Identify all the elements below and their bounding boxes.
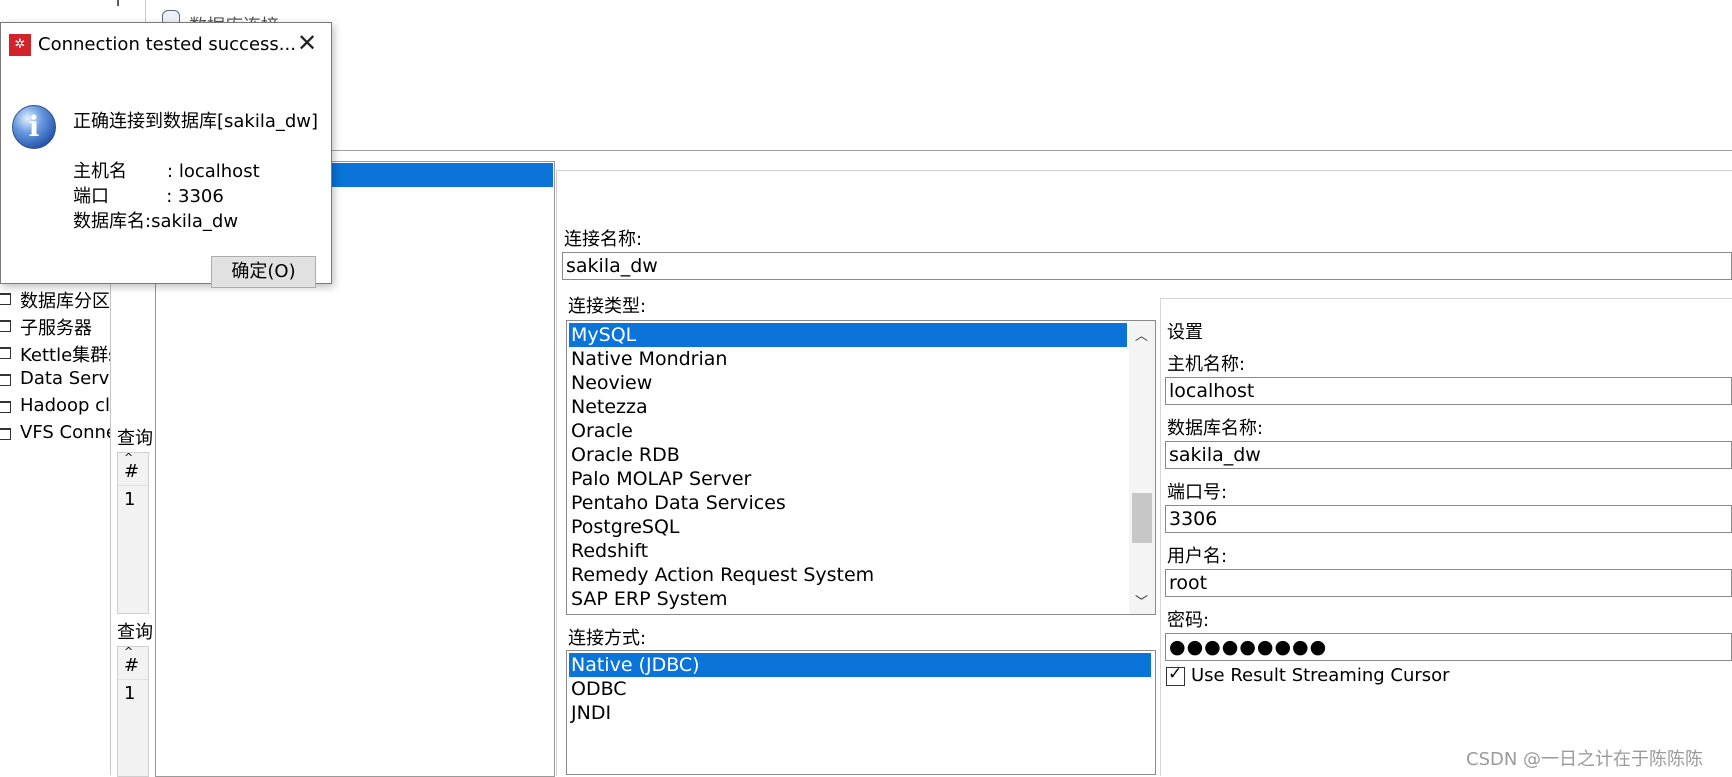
- password-label: 密码:: [1167, 610, 1210, 631]
- list-item[interactable]: MySQL: [569, 323, 1127, 347]
- folder-icon: [0, 293, 11, 305]
- watermark: CSDN @一日之计在于陈陈陈: [1466, 749, 1704, 770]
- host-input[interactable]: localhost: [1165, 377, 1732, 405]
- ok-button[interactable]: 确定(O): [211, 256, 316, 288]
- dialog-header-band: [145, 0, 1732, 151]
- connection-type-list[interactable]: MySQL Native Mondrian Neoview Netezza Or…: [566, 320, 1156, 615]
- scroll-up-icon[interactable]: ︿: [1135, 325, 1148, 344]
- access-method-label: 连接方式:: [568, 628, 647, 649]
- list-item[interactable]: Native Mondrian: [569, 347, 727, 371]
- dialog-message: 正确连接到数据库[sakila_dw]: [73, 111, 319, 132]
- connection-test-dialog: ✲ Connection tested success... ✕ i 正确连接到…: [0, 22, 332, 288]
- grid-row-number: 1: [124, 489, 136, 510]
- scrollbar-thumb[interactable]: [1132, 493, 1152, 543]
- list-item[interactable]: Remedy Action Request System: [569, 563, 874, 587]
- close-icon[interactable]: ✕: [295, 31, 319, 56]
- connection-name-label: 连接名称:: [564, 229, 643, 250]
- tree-item-partitions[interactable]: 数据库分区: [0, 287, 115, 313]
- folder-icon: [0, 374, 11, 386]
- query-grid[interactable]: ^ # 1: [117, 451, 149, 614]
- list-item[interactable]: ODBC: [569, 677, 627, 701]
- tree-item-hadoop[interactable]: Hadoop cl: [0, 395, 115, 421]
- list-item[interactable]: SAP ERP System: [569, 587, 727, 611]
- list-item[interactable]: PostgreSQL: [569, 515, 680, 539]
- database-name-label: 数据库名称:: [1167, 418, 1264, 439]
- grid-divider: [118, 485, 148, 486]
- database-name-input[interactable]: sakila_dw: [1165, 441, 1732, 469]
- port-label: 端口号:: [1167, 482, 1228, 503]
- list-item[interactable]: Oracle RDB: [569, 443, 680, 467]
- folder-icon: [0, 320, 11, 332]
- dialog-titlebar: ✲ Connection tested success... ✕: [1, 23, 331, 67]
- checkmark-icon: ✓: [1168, 664, 1183, 684]
- list-item[interactable]: Oracle: [569, 419, 633, 443]
- username-label: 用户名:: [1167, 546, 1228, 567]
- grid-row-number: 1: [124, 683, 136, 704]
- grid-header: #: [124, 461, 140, 482]
- dialog-port-line: 端口 : 3306: [73, 186, 224, 207]
- kettle-app-icon: ✲: [9, 34, 31, 56]
- list-item[interactable]: Palo MOLAP Server: [569, 467, 751, 491]
- list-item[interactable]: Netezza: [569, 395, 648, 419]
- grid-header: #: [124, 655, 140, 676]
- folder-icon: [0, 428, 11, 440]
- list-item[interactable]: JNDI: [569, 701, 611, 725]
- info-icon: i: [12, 105, 56, 149]
- connection-type-scrollbar[interactable]: ︿ ﹀: [1129, 321, 1155, 614]
- access-method-list[interactable]: Native (JDBC) ODBC JNDI: [566, 650, 1156, 775]
- dialog-body: i 正确连接到数据库[sakila_dw] 主机名 : localhost 端口…: [1, 67, 331, 283]
- host-label: 主机名称:: [1167, 354, 1246, 375]
- username-input[interactable]: root: [1165, 569, 1732, 597]
- dialog-db-line: 数据库名:sakila_dw: [73, 211, 239, 232]
- query-label: 查询: [117, 428, 153, 449]
- folder-icon: [0, 347, 11, 359]
- list-item[interactable]: Neoview: [569, 371, 652, 395]
- tree-item-vfs[interactable]: VFS Conne: [0, 422, 115, 448]
- dialog-title: Connection tested success...: [38, 34, 296, 55]
- connection-name-input[interactable]: sakila_dw: [562, 252, 1732, 280]
- list-item[interactable]: Pentaho Data Services: [569, 491, 786, 515]
- list-item[interactable]: Redshift: [569, 539, 648, 563]
- settings-label: 设置: [1167, 322, 1203, 343]
- tree-item-data-services[interactable]: Data Servic: [0, 368, 115, 394]
- port-input[interactable]: 3306: [1165, 505, 1732, 533]
- settings-group: [1160, 298, 1732, 776]
- list-item[interactable]: Native (JDBC): [569, 653, 1151, 677]
- tree-item-kettle-cluster[interactable]: Kettle集群s: [0, 341, 115, 367]
- streaming-cursor-checkbox[interactable]: ✓: [1166, 664, 1185, 686]
- password-input[interactable]: ●●●●●●●●●: [1165, 633, 1732, 661]
- folder-icon: [0, 401, 11, 413]
- dialog-host-line: 主机名 : localhost: [73, 161, 260, 182]
- tree-item-slave-servers[interactable]: 子服务器: [0, 314, 115, 340]
- connection-type-label: 连接类型:: [568, 296, 647, 317]
- streaming-cursor-label: Use Result Streaming Cursor: [1191, 665, 1450, 686]
- scroll-down-icon[interactable]: ﹀: [1135, 591, 1148, 610]
- query-grid[interactable]: ^ # 1: [117, 645, 149, 777]
- query-label: 查询: [117, 622, 153, 643]
- grid-divider: [118, 679, 148, 680]
